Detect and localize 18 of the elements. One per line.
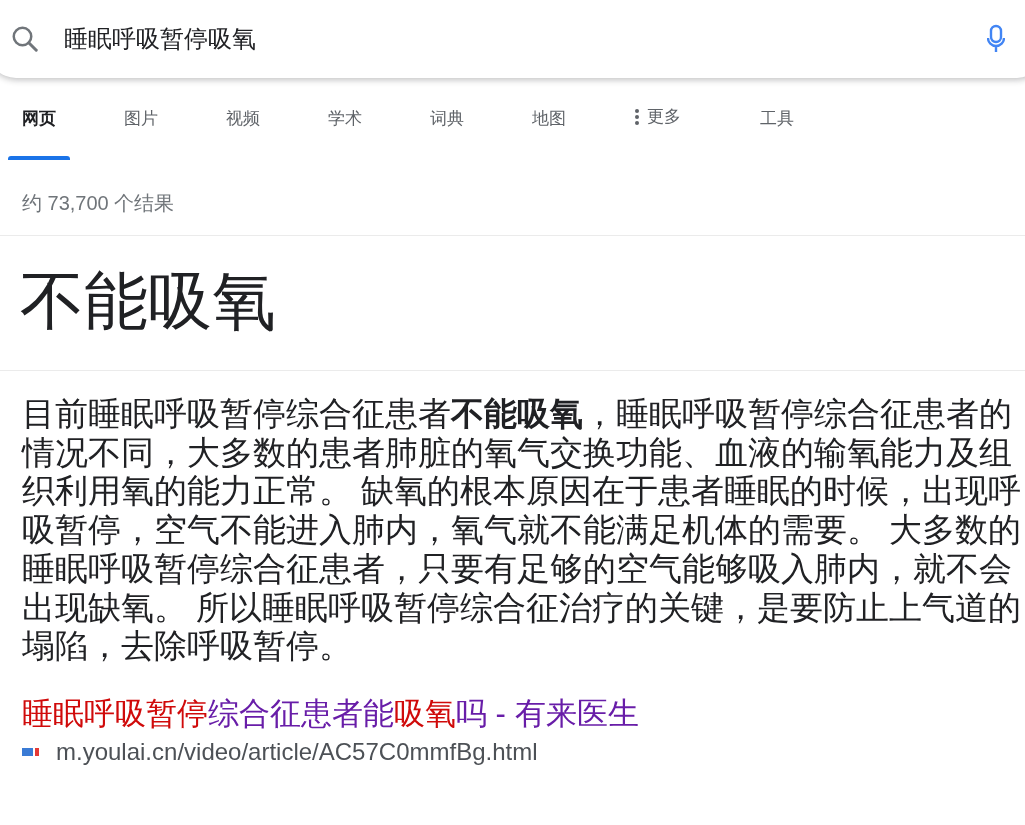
answer-heading: 不能吸氧 [20, 265, 276, 337]
tab[interactable]: 学术 [314, 78, 416, 160]
tab[interactable]: 视频 [212, 78, 314, 160]
answer-paragraph: 目前睡眠呼吸暂停综合征患者不能吸氧，睡眠呼吸暂停综合征患者的情况不同，大多数的患者肺脏的氧气交换功能、血液的输氧能力及组织利用氧的能力正常。 缺氧的根本原因在于患者睡眠的时候，出现呼吸暂停，空气不能进入肺内，氧气就不能满足机体的需要。 大多数的睡眠呼吸暂停综合征患者，只要有足够的空气能够吸入肺内，就不会出现缺氧。 所以睡眠呼吸暂停综合征治疗的关键，是要防止上气道的塌陷，去除呼吸暂停。 [20, 394, 1023, 666]
tab[interactable]: 更多 [620, 78, 746, 160]
result-url: m.youlai.cn/video/article/AC57C0mmfBg.html [56, 736, 538, 767]
tab[interactable]: 图片 [110, 78, 212, 160]
tab[interactable]: 词典 [416, 78, 518, 160]
result-count: 约 73,700 个结果 [22, 192, 175, 214]
tab[interactable]: 网页 [8, 78, 110, 160]
result-link[interactable]: 睡眠呼吸暂停综合征患者能吸氧吗 - 有来医生 [22, 695, 639, 731]
site-favicon [22, 745, 40, 758]
search-field[interactable]: 睡眠呼吸暂停吸氧 [64, 21, 764, 57]
tab[interactable]: 工具 [746, 78, 848, 160]
search-icon[interactable] [10, 24, 40, 54]
microphone-icon[interactable] [987, 24, 1005, 54]
more-icon [634, 108, 640, 127]
tab[interactable]: 地图 [518, 78, 620, 160]
